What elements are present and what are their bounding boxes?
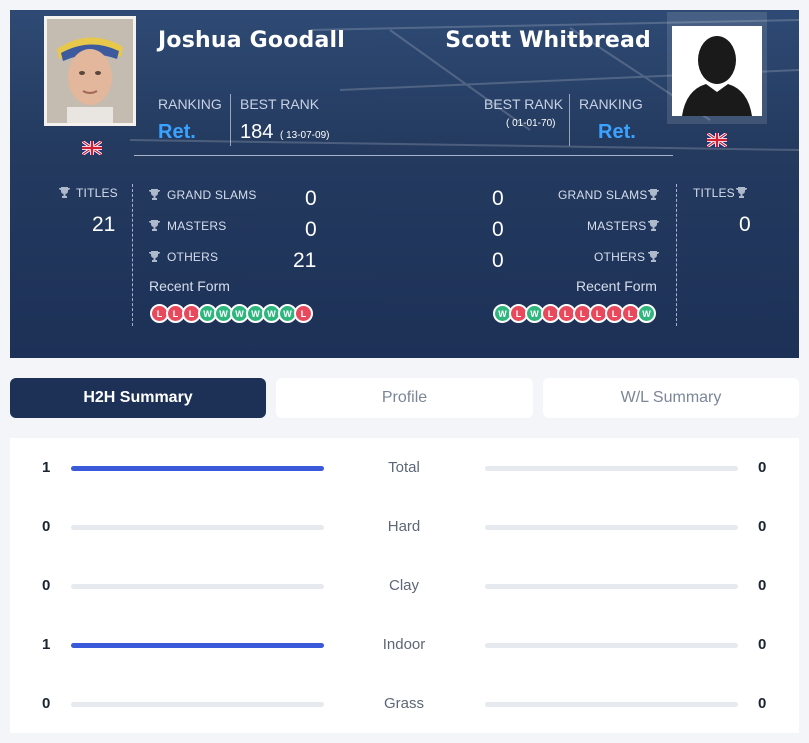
player1-name[interactable]: Joshua Goodall bbox=[158, 28, 345, 53]
player1-others-label: OTHERS bbox=[167, 250, 219, 264]
stat-row-grass: 0 Grass 0 bbox=[10, 689, 799, 719]
player1-recent-form-label: Recent Form bbox=[149, 278, 230, 294]
stat-label-indoor: Indoor bbox=[382, 636, 426, 653]
tab-profile[interactable]: Profile bbox=[276, 378, 533, 418]
trophy-icon bbox=[736, 186, 747, 204]
player2-ranking-value: Ret. bbox=[598, 121, 636, 143]
p2-indoor-bar bbox=[485, 643, 738, 648]
h2h-header-card: Joshua Goodall RANKING Ret. BEST RANK 18… bbox=[10, 10, 799, 358]
trophy-icon bbox=[59, 186, 70, 204]
stat-row-indoor: 1 Indoor 0 bbox=[10, 630, 799, 660]
player1-titles-value: 21 bbox=[92, 213, 116, 236]
player2-best-rank-date: ( 01-01-70) bbox=[506, 118, 556, 129]
stat-label-grass: Grass bbox=[383, 695, 424, 712]
p2-indoor-value: 0 bbox=[758, 636, 767, 653]
p1-grass-bar bbox=[71, 702, 324, 707]
p2-total-value: 0 bbox=[758, 459, 767, 476]
p1-clay-bar bbox=[71, 584, 324, 589]
trophy-icon bbox=[149, 250, 160, 268]
player1-best-rank-value: 184 bbox=[240, 121, 274, 143]
player1-titles-label: TITLES bbox=[76, 186, 118, 200]
p1-total-bar bbox=[71, 466, 324, 471]
player1-grand-slams-value: 0 bbox=[305, 187, 317, 210]
player1-photo[interactable] bbox=[44, 16, 136, 126]
trophy-icon bbox=[149, 188, 160, 206]
stat-row-clay: 0 Clay 0 bbox=[10, 571, 799, 601]
p1-clay-value: 0 bbox=[42, 577, 51, 594]
player2-masters-value: 0 bbox=[492, 218, 504, 241]
player2-silhouette-icon bbox=[672, 26, 762, 116]
player2-name[interactable]: Scott Whitbread bbox=[445, 28, 651, 53]
p2-clay-bar bbox=[485, 584, 738, 589]
player1-best-rank-date: ( 13-07-09) bbox=[280, 130, 330, 141]
player2-form-badge-win: W bbox=[637, 304, 656, 323]
trophy-icon bbox=[648, 250, 659, 268]
p2-clay-value: 0 bbox=[758, 577, 767, 594]
player1-masters-value: 0 bbox=[305, 218, 317, 241]
p2-hard-value: 0 bbox=[758, 518, 767, 535]
player1-recent-form: LLLWWWWWWL bbox=[150, 304, 313, 323]
p1-hard-bar bbox=[71, 525, 324, 530]
p1-grass-value: 0 bbox=[42, 695, 51, 712]
tab-wl-summary[interactable]: W/L Summary bbox=[543, 378, 799, 418]
h2h-stats-panel: 1 Total 0 0 Hard 0 0 Clay 0 1 Indoor 0 0… bbox=[10, 438, 799, 733]
player1-best-rank-label: BEST RANK bbox=[240, 96, 320, 112]
player2-photo[interactable] bbox=[672, 26, 762, 116]
stat-row-hard: 0 Hard 0 bbox=[10, 512, 799, 542]
trophy-icon bbox=[648, 219, 659, 237]
p2-grass-bar bbox=[485, 702, 738, 707]
player2-best-rank-label: BEST RANK bbox=[484, 96, 564, 112]
divider bbox=[230, 94, 231, 146]
player1-avatar bbox=[47, 19, 133, 123]
trophy-icon bbox=[149, 219, 160, 237]
player2-others-value: 0 bbox=[492, 249, 504, 272]
p1-total-value: 1 bbox=[42, 459, 51, 476]
player1-others-value: 21 bbox=[293, 249, 317, 272]
player1-ranking-label: RANKING bbox=[158, 96, 222, 112]
p2-grass-value: 0 bbox=[758, 695, 767, 712]
p2-hard-bar bbox=[485, 525, 738, 530]
stat-row-total: 1 Total 0 bbox=[10, 453, 799, 483]
player2-recent-form-label: Recent Form bbox=[576, 278, 657, 294]
divider bbox=[676, 184, 677, 326]
header-divider bbox=[134, 155, 673, 156]
player1-grand-slams-label: GRAND SLAMS bbox=[167, 188, 257, 202]
player2-recent-form: WLWLLLLLLW bbox=[493, 304, 656, 323]
player1-flag-icon bbox=[81, 139, 103, 160]
player2-grand-slams-label: GRAND SLAMS bbox=[558, 188, 648, 202]
p1-indoor-value: 1 bbox=[42, 636, 51, 653]
player2-others-label: OTHERS bbox=[594, 250, 646, 264]
player2-masters-label: MASTERS bbox=[587, 219, 647, 233]
player2-ranking-label: RANKING bbox=[579, 96, 643, 112]
divider bbox=[569, 94, 570, 146]
player2-titles-label: TITLES bbox=[693, 186, 735, 200]
player1-form-badge-loss: L bbox=[294, 304, 313, 323]
stat-label-hard: Hard bbox=[387, 518, 421, 535]
tab-h2h-summary[interactable]: H2H Summary bbox=[10, 378, 266, 418]
divider bbox=[132, 184, 133, 326]
player2-titles-value: 0 bbox=[739, 213, 751, 236]
p2-total-bar bbox=[485, 466, 738, 471]
p1-hard-value: 0 bbox=[42, 518, 51, 535]
p1-indoor-bar bbox=[71, 643, 324, 648]
trophy-icon bbox=[648, 188, 659, 206]
stat-label-clay: Clay bbox=[388, 577, 419, 594]
player1-masters-label: MASTERS bbox=[167, 219, 227, 233]
player1-ranking-value: Ret. bbox=[158, 121, 196, 143]
stat-label-total: Total bbox=[388, 459, 420, 476]
player2-grand-slams-value: 0 bbox=[492, 187, 504, 210]
player2-flag-icon bbox=[706, 131, 728, 152]
